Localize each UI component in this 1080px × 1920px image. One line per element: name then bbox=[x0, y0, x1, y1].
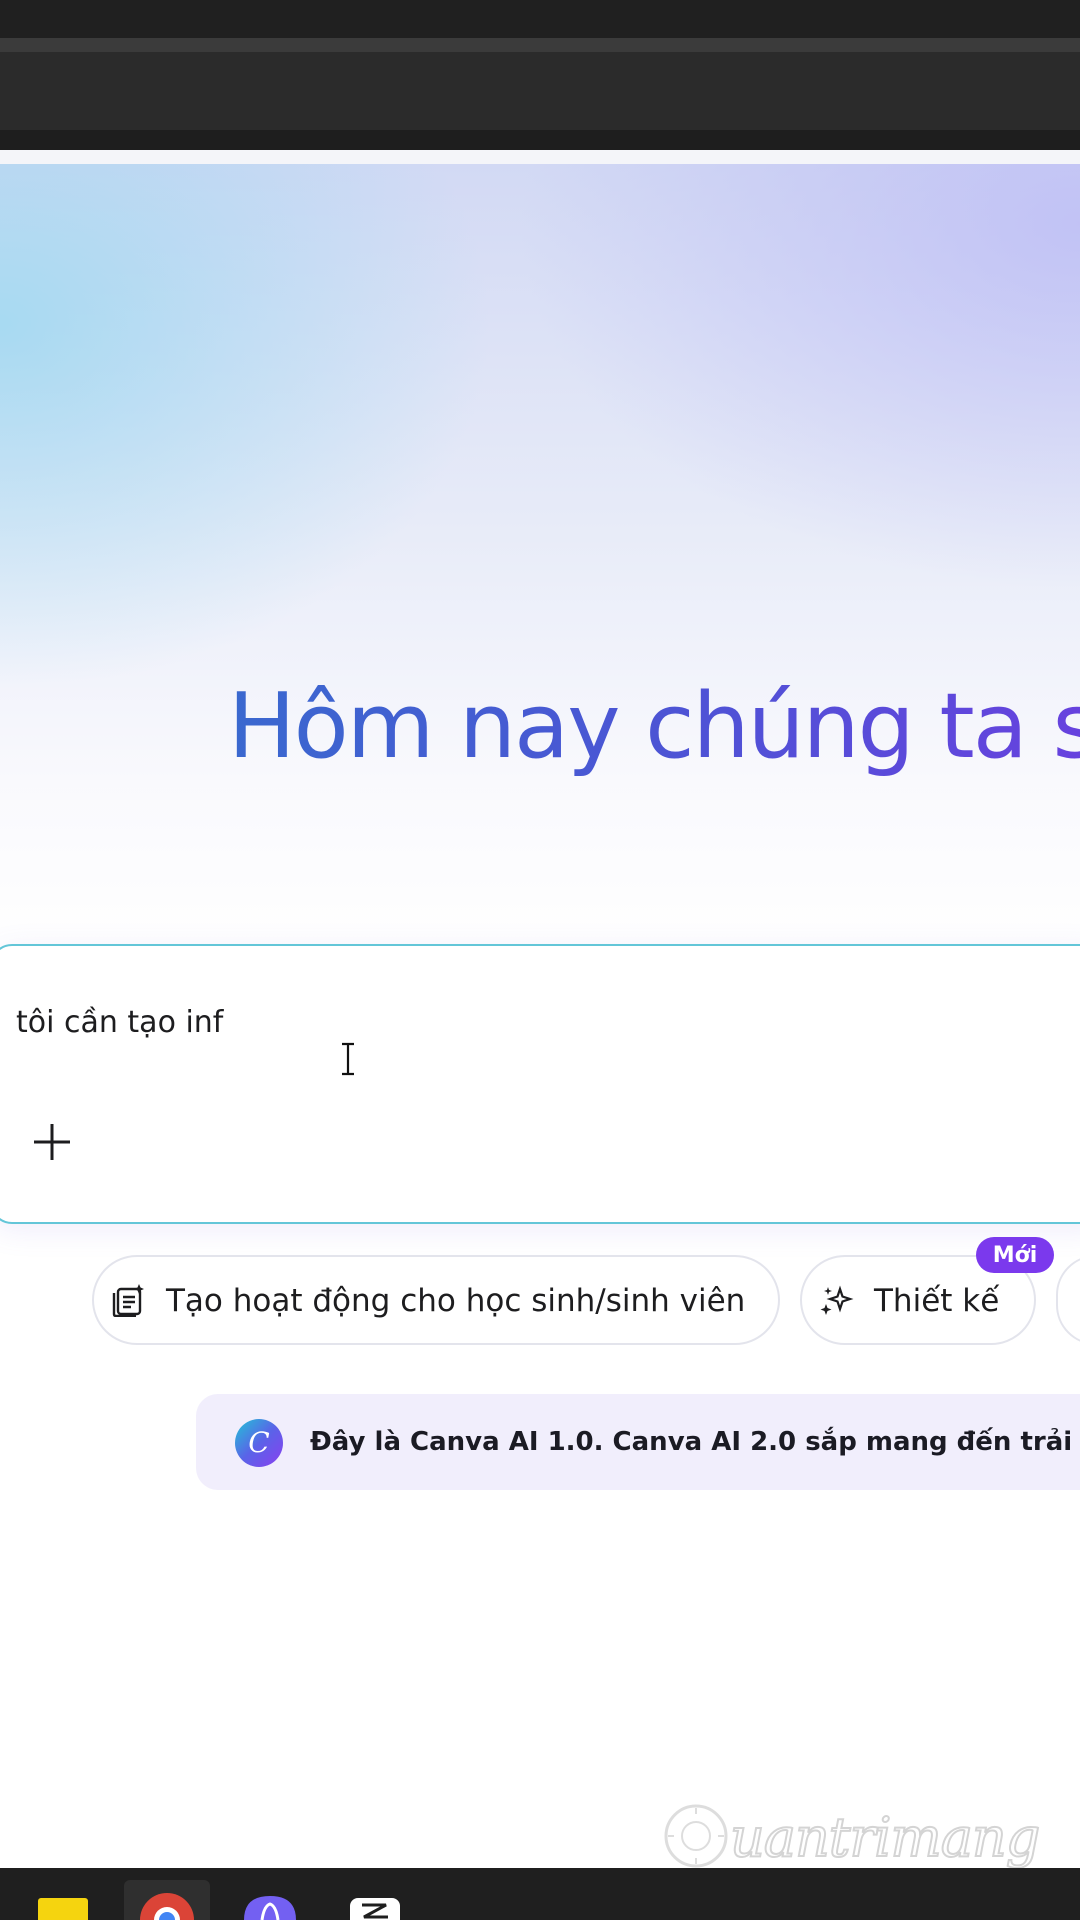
watermark: uantrimang bbox=[660, 1800, 1041, 1872]
browser-tab-strip bbox=[0, 38, 1080, 52]
canva-logo-icon: C bbox=[235, 1419, 283, 1467]
plus-icon bbox=[34, 1124, 70, 1160]
browser-title-bar bbox=[0, 0, 1080, 38]
prompt-box[interactable] bbox=[0, 944, 1080, 1224]
screen: Hôm nay chúng ta sẽ Tạo hoạt động cho họ… bbox=[0, 0, 1080, 1920]
chip-label: Tạo hoạt động cho học sinh/sinh viên bbox=[166, 1283, 746, 1319]
page-top-edge bbox=[0, 150, 1080, 164]
worksheet-icon bbox=[112, 1283, 146, 1317]
watermark-logo-icon bbox=[664, 1804, 728, 1868]
chip-more[interactable] bbox=[1056, 1255, 1080, 1345]
text-cursor-icon bbox=[342, 1042, 354, 1076]
file-explorer-icon[interactable] bbox=[38, 1898, 88, 1920]
prompt-input[interactable] bbox=[16, 998, 916, 1046]
watermark-text: uantrimang bbox=[729, 1805, 1041, 1870]
browser-toolbar bbox=[0, 52, 1080, 130]
hero-background bbox=[0, 164, 1080, 954]
banner-text: Đây là Canva AI 1.0. Canva AI 2.0 sắp ma… bbox=[310, 1427, 1080, 1457]
chip-label: Thiết kế bbox=[874, 1283, 1000, 1319]
zalo-icon[interactable] bbox=[348, 1896, 402, 1920]
chrome-icon[interactable] bbox=[138, 1892, 196, 1920]
browser-toolbar-edge bbox=[0, 130, 1080, 150]
svg-text:C: C bbox=[248, 1426, 269, 1459]
new-badge: Mới bbox=[976, 1237, 1054, 1273]
sparkle-icon bbox=[820, 1283, 854, 1317]
hero-title: Hôm nay chúng ta sẽ bbox=[228, 672, 1080, 782]
chip-create-student-activity[interactable]: Tạo hoạt động cho học sinh/sinh viên bbox=[92, 1255, 780, 1345]
add-button[interactable] bbox=[28, 1118, 76, 1166]
viber-icon[interactable] bbox=[242, 1894, 298, 1920]
